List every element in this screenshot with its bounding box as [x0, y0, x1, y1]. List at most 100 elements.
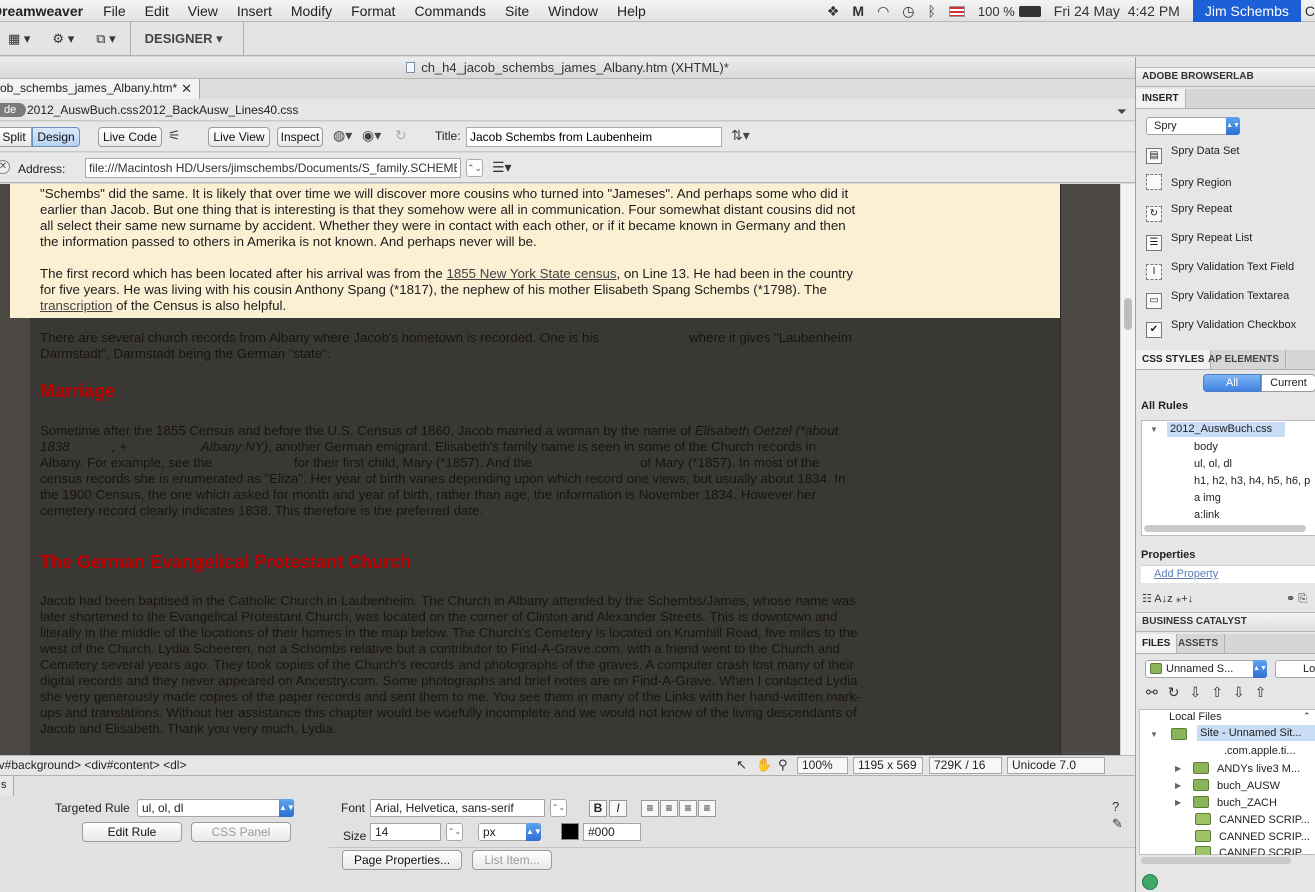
app-menu[interactable]: Dreamweaver [0, 3, 83, 19]
file-item[interactable]: CANNED SCRIP... [1195, 846, 1310, 855]
link-icon[interactable]: ⚭ ⎘ [1286, 592, 1307, 606]
css-rule[interactable]: body [1194, 441, 1218, 453]
battery-icon[interactable] [1018, 5, 1041, 17]
paragraph[interactable]: Sometime after the 1855 Census and befor… [40, 423, 862, 519]
address-stepper[interactable]: ⌃⌄ [466, 159, 483, 177]
menu-view[interactable]: View [188, 3, 218, 19]
paragraph[interactable]: Jacob had been baptised in the Catholic … [40, 593, 862, 737]
justify-icon[interactable]: ≡ [698, 800, 716, 817]
file-item[interactable]: CANNED SCRIP... [1195, 830, 1310, 843]
css-view-icons[interactable]: ☷ A↓z ⁎+↓ [1142, 592, 1193, 605]
color-swatch[interactable] [561, 823, 579, 840]
document-tab[interactable]: ob_schembs_james_Albany.htm* ✕ [0, 79, 200, 99]
inspect-button[interactable]: Inspect [277, 127, 323, 147]
font-select[interactable]: Arial, Helvetica, sans-serif [370, 799, 545, 817]
file-item[interactable]: ANDYs live3 M... [1193, 762, 1300, 775]
visual-aids-icon[interactable]: ◉▾ [362, 127, 381, 144]
disclosure-triangle[interactable]: ▶ [1175, 781, 1181, 790]
size-stepper[interactable]: ⌃⌄ [446, 823, 463, 841]
bold-icon[interactable]: B [589, 800, 607, 817]
edit-rule-button[interactable]: Edit Rule [82, 822, 182, 842]
disclosure-triangle[interactable]: ▶ [1175, 764, 1181, 773]
menu-commands[interactable]: Commands [414, 3, 486, 19]
spry-item[interactable]: ☰ Spry Repeat List [1146, 232, 1252, 251]
spry-item[interactable]: ▭ Spry Validation Textarea [1146, 290, 1289, 309]
code-navigator-icon[interactable]: ⚟ [168, 127, 181, 144]
menu-format[interactable]: Format [351, 3, 395, 19]
menubar-extra[interactable]: C [1305, 3, 1315, 19]
pointer-icon[interactable]: ↖ [736, 757, 747, 773]
window-size[interactable]: 1195 x 569 ▾ [853, 757, 923, 787]
flag-icon[interactable] [948, 5, 965, 17]
spry-item[interactable]: ↻ Spry Repeat [1146, 203, 1232, 222]
page-title-input[interactable] [466, 127, 722, 147]
list-item-button[interactable]: List Item... [472, 850, 552, 870]
page-content[interactable]: "Schembs" did the same. It is likely tha… [40, 184, 862, 737]
design-view[interactable]: "Schembs" did the same. It is likely tha… [0, 184, 1120, 755]
tag-selector[interactable]: iv#background> <div#content> <dl> [0, 758, 186, 772]
menu-help[interactable]: Help [617, 3, 646, 19]
css-current-button[interactable]: Current [1261, 374, 1315, 392]
sort-icon[interactable]: ⌃ [1303, 711, 1311, 722]
m-app-icon[interactable]: M [852, 3, 864, 19]
tab-insert[interactable]: INSERT [1136, 89, 1186, 108]
dropbox-icon[interactable]: ❖ [827, 3, 840, 20]
gear-icon[interactable]: ⚙ ▾ [52, 31, 74, 47]
preview-browser-icon[interactable]: ◍▾ [333, 127, 352, 144]
zoom-icon[interactable]: ⚲ [778, 757, 788, 773]
page-properties-button[interactable]: Page Properties... [342, 850, 462, 870]
stop-icon[interactable]: ✕ [0, 160, 10, 174]
italic-icon[interactable]: I [609, 800, 627, 817]
file-management-icon[interactable]: ⇅▾ [731, 127, 750, 144]
size-input[interactable]: 14 [370, 823, 441, 841]
menu-edit[interactable]: Edit [145, 3, 169, 19]
spry-item[interactable]: ✔ Spry Validation Checkbox [1146, 319, 1296, 338]
targeted-rule-select[interactable]: ul, ol, dl ▲▼ [137, 799, 295, 817]
rules-scrollbar[interactable] [1144, 525, 1306, 532]
css-rule[interactable]: h1, h2, h3, h4, h5, h6, p [1194, 475, 1310, 487]
filter-icon[interactable]: ⏷ [1117, 101, 1127, 123]
hand-icon[interactable]: ✋ [756, 757, 772, 773]
browserlab-panel-header[interactable]: ADOBE BROWSERLAB [1136, 67, 1315, 87]
status-icon[interactable] [1142, 874, 1158, 890]
files-toolbar-icons[interactable]: ⚯↻⇩⇧⇩⇧ [1146, 684, 1276, 701]
zoom-select[interactable]: 100% [797, 757, 848, 774]
align-center-icon[interactable]: ≡ [660, 800, 678, 817]
split-button[interactable]: Split [0, 127, 32, 147]
time-machine-icon[interactable]: ◷ [902, 3, 914, 20]
user-menu[interactable]: Jim Schembs [1192, 0, 1301, 22]
insert-category-select[interactable]: Spry ▲▼ [1146, 117, 1240, 135]
site-icon[interactable]: ⧉ ▾ [96, 31, 115, 47]
disclosure-triangle[interactable]: ▼ [1150, 425, 1158, 434]
browse-options-icon[interactable]: ☰▾ [492, 159, 512, 176]
properties-tab[interactable]: s [0, 776, 14, 796]
refresh-icon[interactable]: ↻ [395, 127, 407, 144]
css-all-button[interactable]: All [1203, 374, 1261, 392]
tab-css-styles[interactable]: CSS STYLES [1136, 350, 1212, 369]
design-button[interactable]: Design [32, 127, 80, 147]
tab-ap-elements[interactable]: AP ELEMENTS [1202, 350, 1286, 369]
spry-item[interactable]: Spry Region [1146, 174, 1232, 190]
spry-item[interactable]: I Spry Validation Text Field [1146, 261, 1294, 280]
file-item[interactable]: buch_AUSW [1193, 779, 1280, 792]
live-view-button[interactable]: Live View [208, 127, 270, 147]
css-rule[interactable]: ul, ol, dl [1194, 458, 1232, 470]
wifi-icon[interactable]: ◠ [877, 3, 889, 20]
font-stepper[interactable]: ⌃⌄ [550, 799, 567, 817]
menu-insert[interactable]: Insert [237, 3, 272, 19]
align-left-icon[interactable]: ≡ [641, 800, 659, 817]
business-catalyst-header[interactable]: BUSINESS CATALYST [1136, 612, 1315, 632]
stylesheet-item[interactable]: 2012_AuswBuch.css [1167, 422, 1285, 437]
file-item[interactable]: CANNED SCRIP... [1195, 813, 1310, 826]
live-code-button[interactable]: Live Code [98, 127, 162, 147]
heading-church[interactable]: The German Evangelical Protestant Church [40, 551, 862, 573]
files-scrollbar[interactable] [1141, 857, 1291, 864]
scroll-thumb[interactable] [1124, 298, 1132, 330]
tab-assets[interactable]: ASSETS [1172, 634, 1226, 653]
unit-select[interactable]: px ▲▼ [478, 823, 542, 841]
datetime[interactable]: Fri 24 May 4:42 PM [1054, 3, 1180, 19]
site-select[interactable]: Unnamed S... ▲▼ [1145, 660, 1267, 678]
add-property-link[interactable]: Add Property [1154, 568, 1218, 580]
battery-percent[interactable]: 100 % [978, 4, 1015, 19]
layout-icon[interactable]: ▦ ▾ [8, 31, 30, 47]
